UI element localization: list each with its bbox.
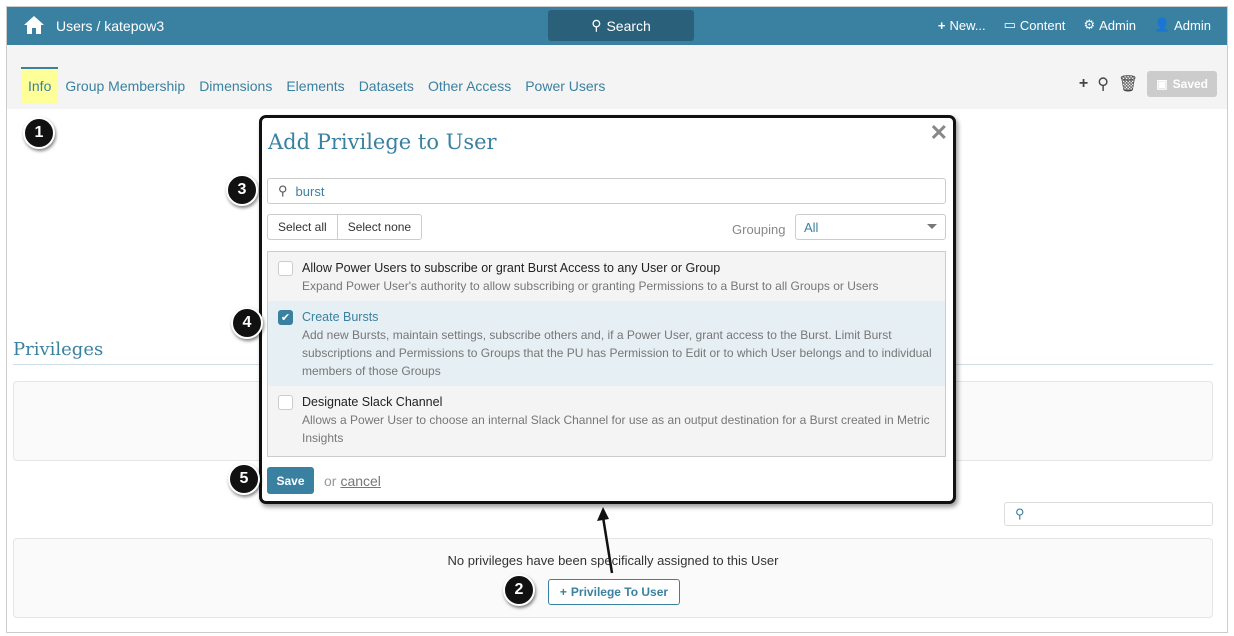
caret-down-icon — [927, 224, 937, 234]
privileges-heading: Privileges — [13, 339, 104, 360]
search-button[interactable]: ⚲ Search — [548, 10, 694, 41]
add-privilege-label: Privilege To User — [570, 585, 669, 599]
checkbox[interactable] — [278, 395, 293, 410]
annotation-arrow — [597, 507, 614, 574]
grouping-select[interactable]: All — [795, 214, 946, 240]
grouping-label: Grouping — [732, 222, 786, 237]
saved-button[interactable]: ▣ Saved — [1147, 71, 1217, 97]
cancel-link[interactable]: cancel — [340, 473, 380, 489]
step-badge-5: 5 — [228, 463, 260, 495]
save-button[interactable]: Save — [267, 467, 314, 494]
privilege-list: Allow Power Users to subscribe or grant … — [267, 251, 946, 457]
list-item[interactable]: Allow Power Users to subscribe or grant … — [268, 252, 945, 301]
list-item[interactable]: ✔ Create Bursts Add new Bursts, maintain s… — [268, 301, 945, 386]
item-title: Allow Power Users to subscribe or grant … — [302, 261, 721, 275]
search-value: burst — [295, 183, 325, 199]
new-menu[interactable]: + New... — [938, 18, 986, 33]
user-label: Admin — [1174, 17, 1211, 33]
breadcrumb[interactable]: Users / katepow3 — [56, 18, 164, 34]
list-item[interactable]: Designate Slack Channel Allows a Power Us… — [268, 386, 945, 453]
tab-datasets[interactable]: Datasets — [352, 67, 421, 103]
saved-label: Saved — [1172, 77, 1208, 91]
user-menu[interactable]: 👤 Admin — [1154, 17, 1211, 33]
dialog-title: Add Privilege to User — [268, 130, 497, 154]
or-text: or — [324, 473, 337, 489]
tab-group-membership[interactable]: Group Membership — [58, 67, 192, 103]
trash-icon[interactable]: 🗑 — [1118, 74, 1138, 94]
item-description: Add new Bursts, maintain settings, subsc… — [302, 328, 932, 378]
search-icon: ⚲ — [1015, 506, 1025, 521]
checkbox[interactable] — [278, 261, 293, 276]
item-description: Allows a Power User to choose an interna… — [302, 413, 930, 445]
add-privilege-button[interactable]: + Privilege To User — [548, 579, 680, 605]
privileges-search-input[interactable]: ⚲ — [1004, 502, 1213, 526]
tab-dimensions[interactable]: Dimensions — [192, 67, 279, 103]
add-icon[interactable]: + — [1079, 75, 1088, 93]
admin-settings-label: Admin — [1099, 17, 1136, 33]
admin-settings-menu[interactable]: ⚙ Admin — [1083, 17, 1136, 33]
home-icon[interactable] — [23, 15, 45, 35]
tab-info[interactable]: Info — [21, 67, 59, 103]
add-privilege-dialog: Add Privilege to User ✕ ⚲ burst Select al… — [259, 115, 956, 504]
tab-elements[interactable]: Elements — [279, 67, 351, 103]
search-label: Search — [606, 17, 651, 34]
content-label: Content — [1019, 17, 1066, 33]
select-all-button[interactable]: Select all — [268, 215, 337, 239]
search-icon: ⚲ — [591, 17, 602, 33]
search-icon: ⚲ — [278, 183, 288, 198]
step-badge-3: 3 — [226, 174, 258, 206]
privilege-search-input[interactable]: ⚲ burst — [267, 178, 946, 204]
step-badge-2: 2 — [503, 574, 535, 606]
plus-icon: + — [559, 585, 567, 599]
content-menu[interactable]: ▭ Content — [1004, 17, 1066, 33]
tab-bar: Info Group Membership Dimensions Element… — [7, 45, 1227, 109]
item-title: Designate Slack Channel — [302, 395, 443, 409]
tab-power-users[interactable]: Power Users — [518, 67, 612, 103]
top-navbar: Users / katepow3 ⚲ Search + New... ▭ Conten… — [7, 7, 1227, 45]
checkbox-checked[interactable]: ✔ — [278, 310, 293, 325]
grouping-value: All — [804, 220, 819, 235]
item-description: Expand Power User's authority to allow s… — [302, 279, 879, 293]
step-badge-1: 1 — [23, 117, 55, 149]
close-icon[interactable]: ✕ — [930, 120, 948, 146]
select-none-button[interactable]: Select none — [336, 215, 421, 239]
plus-icon: + — [937, 17, 946, 33]
gear-icon: ⚙ — [1083, 17, 1096, 32]
user-icon: 👤 — [1153, 17, 1171, 32]
tab-other-access[interactable]: Other Access — [421, 67, 518, 103]
search-icon[interactable]: ⚲ — [1097, 74, 1109, 94]
floppy-icon: ▣ — [1156, 77, 1168, 91]
step-badge-4: 4 — [231, 307, 263, 339]
new-label: New... — [949, 17, 986, 33]
folder-icon: ▭ — [1003, 17, 1016, 32]
item-title: Create Bursts — [302, 310, 379, 324]
